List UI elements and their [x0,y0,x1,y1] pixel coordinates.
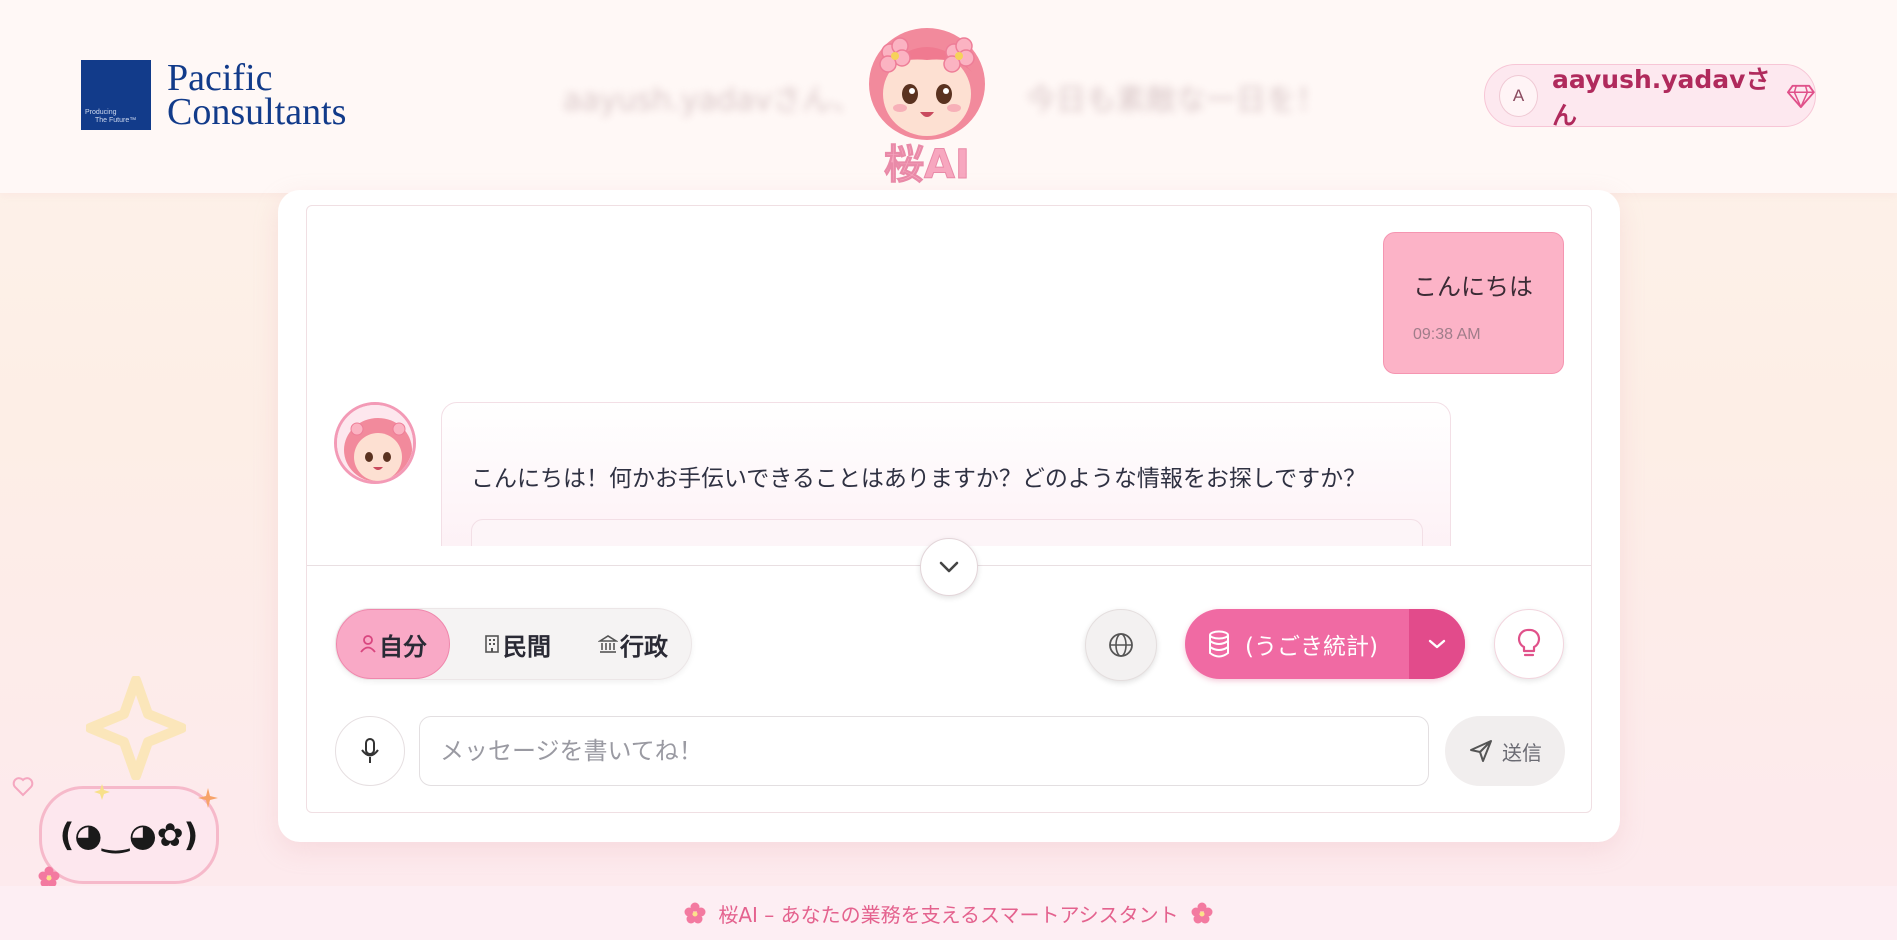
logo-mark: Producing The Future™ [81,60,151,130]
building-icon [485,635,499,653]
person-icon [360,635,376,653]
database-select-value: (うごき統計) [1245,634,1378,660]
sparkle-icon [94,784,110,800]
logo-tagline: Producing The Future™ [85,109,136,125]
send-icon [1470,740,1492,762]
app-footer: 桜AI – あなたの業務を支えるスマートアシスタント [0,886,1897,940]
logo-line1: Pacific [167,57,273,99]
gem-icon [1787,84,1815,108]
microphone-icon [361,738,379,763]
scope-option-government[interactable]: 行政 [578,609,688,679]
lightbulb-icon [1517,628,1541,657]
database-icon [1209,630,1229,658]
mascot-avatar-icon [337,405,413,481]
globe-icon [1109,633,1133,657]
chevron-down-icon [939,561,959,573]
scope-option-self[interactable]: 自分 [336,609,450,679]
star-icon [86,676,186,780]
blurred-greeting-left: aayush.yadavさん、 [563,83,863,118]
sparkle-icon [198,788,218,808]
suggestions-button[interactable] [1494,609,1564,679]
logo-tagline-line1: Producing [85,109,117,116]
company-logo[interactable]: Producing The Future™ Pacific Consultant… [81,57,347,133]
mascot-title: 桜AI [884,142,971,189]
chat-panel: こんにちは 09:38 AM こんにちは！何かお手伝いできることはありますか？ど… [306,205,1592,813]
footer-text: 桜AI – あなたの業務を支えるスマートアシスタント [718,902,1179,927]
chevron-down-icon [1428,639,1446,649]
scope-option-label: 行政 [620,632,668,661]
sakura-icon [38,866,60,888]
sakura-mascot: 桜AI [862,12,992,189]
send-label: 送信 [1502,740,1542,765]
web-search-button[interactable] [1085,609,1157,681]
database-select-toggle[interactable] [1409,609,1465,679]
sakura-icon [684,902,706,924]
message-timestamp: 09:38 AM [1413,326,1481,343]
scope-option-label: 自分 [379,632,427,661]
scroll-down-button[interactable] [920,538,978,596]
government-icon [598,635,618,653]
assistant-message-text: こんにちは！何かお手伝いできることはありますか？どのような情報をお探しですか？ [471,466,1367,492]
user-profile-chip[interactable]: A aayush.yadavさん [1484,64,1816,130]
app-header: Producing The Future™ Pacific Consultant… [0,0,1897,193]
logo-line2: Consultants [167,91,347,133]
user-message-bubble: こんにちは 09:38 AM [1383,232,1564,374]
kaomoji-mascot[interactable]: (◕‿◕✿) [39,786,219,884]
database-select[interactable]: (うごき統計) [1185,609,1465,679]
user-avatar: A [1499,74,1538,117]
database-select-main[interactable]: (うごき統計) [1185,609,1409,679]
message-input[interactable] [419,716,1429,786]
user-name: aayush.yadavさん [1552,64,1771,130]
scope-option-label: 民間 [503,632,551,661]
logo-wordmark: Pacific Consultants [167,57,347,133]
assistant-avatar [334,402,416,484]
logo-tagline-line2: The Future™ [95,117,137,124]
sakura-icon [1191,902,1213,924]
send-button[interactable]: 送信 [1445,716,1565,786]
blurred-greeting-right: 今日も素敵な一日を！ [1026,83,1326,118]
scope-option-private[interactable]: 民間 [462,609,572,679]
message-list[interactable]: こんにちは 09:38 AM こんにちは！何かお手伝いできることはありますか？ど… [307,206,1591,546]
heart-icon [12,777,34,797]
scope-toggle: 自分 民間 行政 [335,608,692,680]
user-message-text: こんにちは [1413,273,1533,301]
assistant-message-bubble: こんにちは！何かお手伝いできることはありますか？どのような情報をお探しですか？ [441,402,1451,546]
voice-input-button[interactable] [335,716,405,786]
